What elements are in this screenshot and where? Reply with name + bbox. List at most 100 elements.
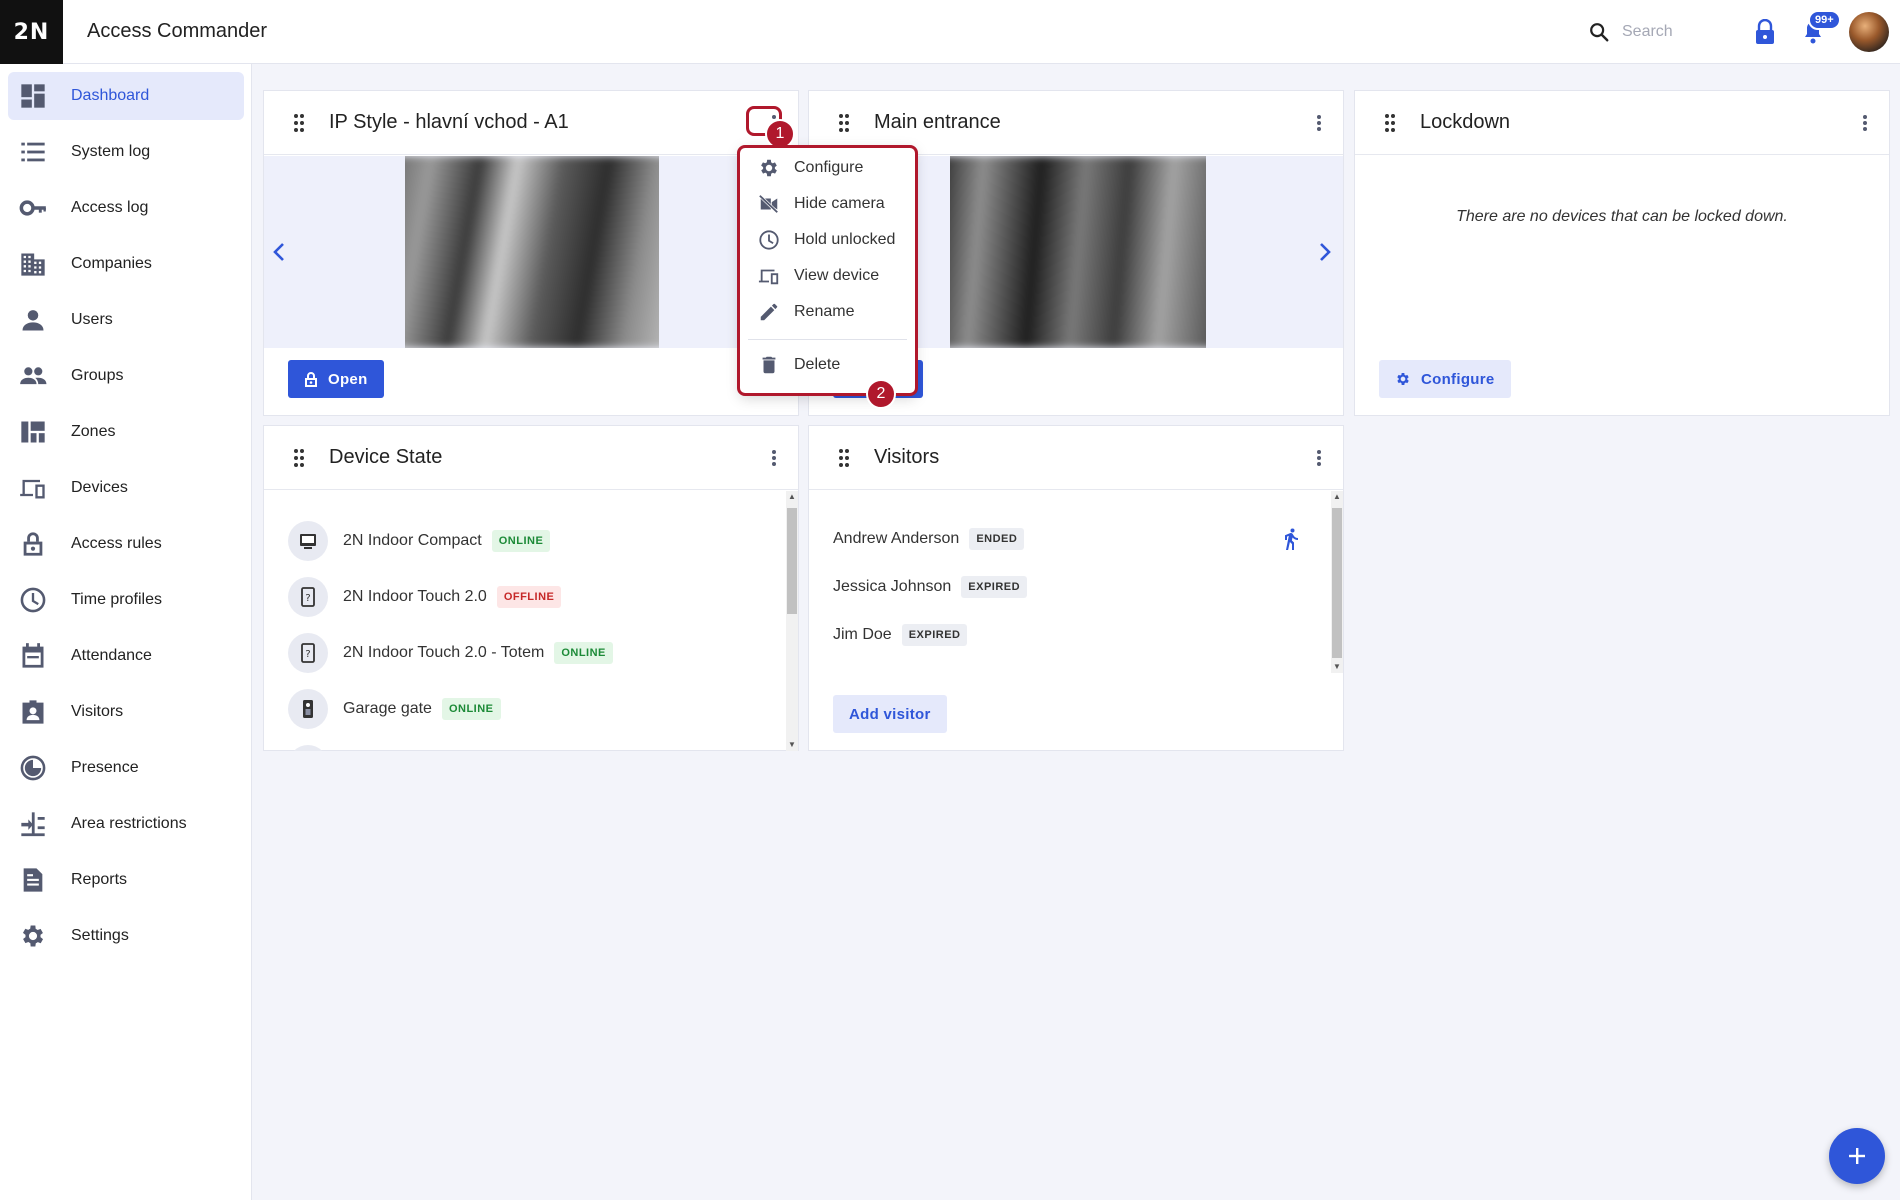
search-input[interactable]	[1622, 23, 1732, 41]
app-title: Access Commander	[87, 20, 268, 42]
more-options-button[interactable]	[762, 446, 786, 470]
status-badge: ONLINE	[441, 698, 501, 720]
sidebar-item-label: Devices	[71, 479, 128, 496]
menu-item-view-device[interactable]: View device	[740, 258, 915, 294]
list-item[interactable]: Andrew Anderson ENDED	[833, 524, 1025, 554]
sidebar-item-reports[interactable]: Reports	[8, 856, 244, 904]
sidebar-item-label: Visitors	[71, 703, 124, 720]
sidebar-item-visitors[interactable]: Visitors	[8, 688, 244, 736]
open-button-label: Open	[328, 370, 368, 388]
drag-handle-icon[interactable]	[1384, 113, 1396, 133]
report-icon	[18, 865, 48, 895]
step-badge-2: 2	[866, 379, 896, 409]
list-item[interactable]: Jim Doe EXPIRED	[833, 620, 968, 650]
trash-icon	[762, 356, 776, 374]
visitor-name: Jim Doe	[833, 626, 892, 643]
menu-item-configure[interactable]: Configure	[740, 150, 915, 186]
avatar[interactable]	[1849, 12, 1889, 52]
lockdown-card: Lockdown There are no devices that can b…	[1354, 90, 1890, 416]
kebab-icon	[1317, 115, 1321, 131]
device-name: 2N Indoor Touch 2.0 - Totem	[343, 644, 545, 661]
sidebar-item-system-log[interactable]: System log	[8, 128, 244, 176]
menu-item-label: Hold unlocked	[794, 231, 896, 248]
lock-icon[interactable]	[1753, 19, 1777, 45]
menu-item-rename[interactable]: Rename	[740, 294, 915, 330]
card-header: IP Style - hlavní vchod - A1	[264, 91, 798, 155]
sidebar-item-label: Users	[71, 311, 113, 328]
sidebar-item-access-log[interactable]: Access log	[8, 184, 244, 232]
sidebar-item-users[interactable]: Users	[8, 296, 244, 344]
camera-view[interactable]	[264, 156, 798, 348]
sidebar-item-devices[interactable]: Devices	[8, 464, 244, 512]
sidebar-item-label: Area restrictions	[71, 815, 187, 832]
indoor-touch-icon: ?	[288, 633, 328, 673]
drag-handle-icon[interactable]	[838, 113, 850, 133]
add-widget-button[interactable]	[1829, 1128, 1885, 1184]
more-options-button[interactable]	[1307, 446, 1331, 470]
chevron-left-icon[interactable]	[268, 240, 292, 264]
sidebar-item-label: Attendance	[71, 647, 152, 664]
sidebar-item-groups[interactable]: Groups	[8, 352, 244, 400]
area-restrictions-icon	[18, 809, 48, 839]
scrollbar[interactable]: ▲ ▼	[1331, 491, 1343, 673]
menu-item-label: View device	[794, 267, 880, 284]
device-icon	[288, 745, 328, 751]
sidebar-item-label: Companies	[71, 255, 152, 272]
sidebar-item-label: Reports	[71, 871, 128, 888]
card-title: Lockdown	[1420, 111, 1511, 133]
menu-item-hold-unlocked[interactable]: Hold unlocked	[740, 222, 915, 258]
calendar-icon	[18, 641, 48, 671]
dashboard-icon	[18, 81, 48, 111]
open-button[interactable]: Open	[288, 360, 384, 398]
status-badge: ENDED	[969, 528, 1025, 550]
sidebar-item-label: Access rules	[71, 535, 162, 552]
list-item[interactable]: Garage gate ONLINE	[288, 687, 501, 731]
drag-handle-icon[interactable]	[293, 113, 305, 133]
pencil-icon	[760, 303, 778, 321]
sidebar-item-time-profiles[interactable]: Time profiles	[8, 576, 244, 624]
sidebar-item-label: Access log	[71, 199, 149, 216]
sidebar-item-access-rules[interactable]: Access rules	[8, 520, 244, 568]
gear-icon	[1397, 373, 1409, 385]
drag-handle-icon[interactable]	[838, 448, 850, 468]
presence-icon	[18, 753, 48, 783]
svg-text:?: ?	[305, 649, 310, 660]
user-icon	[18, 305, 48, 335]
list-item[interactable]: ? 2N Indoor Touch 2.0 OFFLINE	[288, 575, 562, 619]
more-options-button[interactable]	[1307, 111, 1331, 135]
list-item[interactable]: ? 2N Indoor Touch 2.0 - Totem ONLINE	[288, 631, 613, 675]
sidebar-item-zones[interactable]: Zones	[8, 408, 244, 456]
list-item[interactable]: 2N Indoor Compact ONLINE	[288, 519, 551, 563]
walking-person-icon[interactable]	[1279, 527, 1303, 551]
sidebar-item-area-restrictions[interactable]: Area restrictions	[8, 800, 244, 848]
clock-icon	[759, 230, 779, 250]
more-options-button[interactable]	[1853, 111, 1877, 135]
app-logo[interactable]: 2N	[0, 0, 63, 64]
drag-handle-icon[interactable]	[293, 448, 305, 468]
kebab-icon	[1317, 450, 1321, 466]
sidebar-item-settings[interactable]: Settings	[8, 912, 244, 960]
search-box[interactable]	[1588, 18, 1748, 46]
sidebar-item-presence[interactable]: Presence	[8, 744, 244, 792]
kebab-icon	[1863, 115, 1867, 131]
add-visitor-button[interactable]: Add visitor	[833, 695, 947, 733]
sidebar-item-label: Settings	[71, 927, 129, 944]
device-list[interactable]: 2N Indoor Compact ONLINE ? 2N Indoor Tou…	[264, 491, 798, 751]
list-item[interactable]: Jessica Johnson EXPIRED	[833, 572, 1028, 602]
sidebar-item-attendance[interactable]: Attendance	[8, 632, 244, 680]
status-badge: ONLINE	[491, 530, 551, 552]
key-icon	[18, 193, 48, 223]
list-item[interactable]	[288, 743, 328, 751]
configure-button[interactable]: Configure	[1379, 360, 1511, 398]
menu-item-delete[interactable]: Delete	[740, 347, 915, 383]
card-header: Visitors	[809, 426, 1343, 490]
sidebar-item-dashboard[interactable]: Dashboard	[8, 72, 244, 120]
sidebar-item-companies[interactable]: Companies	[8, 240, 244, 288]
context-menu: Configure Hide camera Hold unlocked View…	[740, 146, 915, 394]
lock-icon	[18, 529, 48, 559]
chevron-right-icon[interactable]	[1312, 240, 1336, 264]
step-badge-1: 1	[765, 119, 795, 149]
sidebar-item-label: System log	[71, 143, 151, 160]
menu-item-hide-camera[interactable]: Hide camera	[740, 186, 915, 222]
scrollbar[interactable]: ▲ ▼	[786, 491, 798, 751]
